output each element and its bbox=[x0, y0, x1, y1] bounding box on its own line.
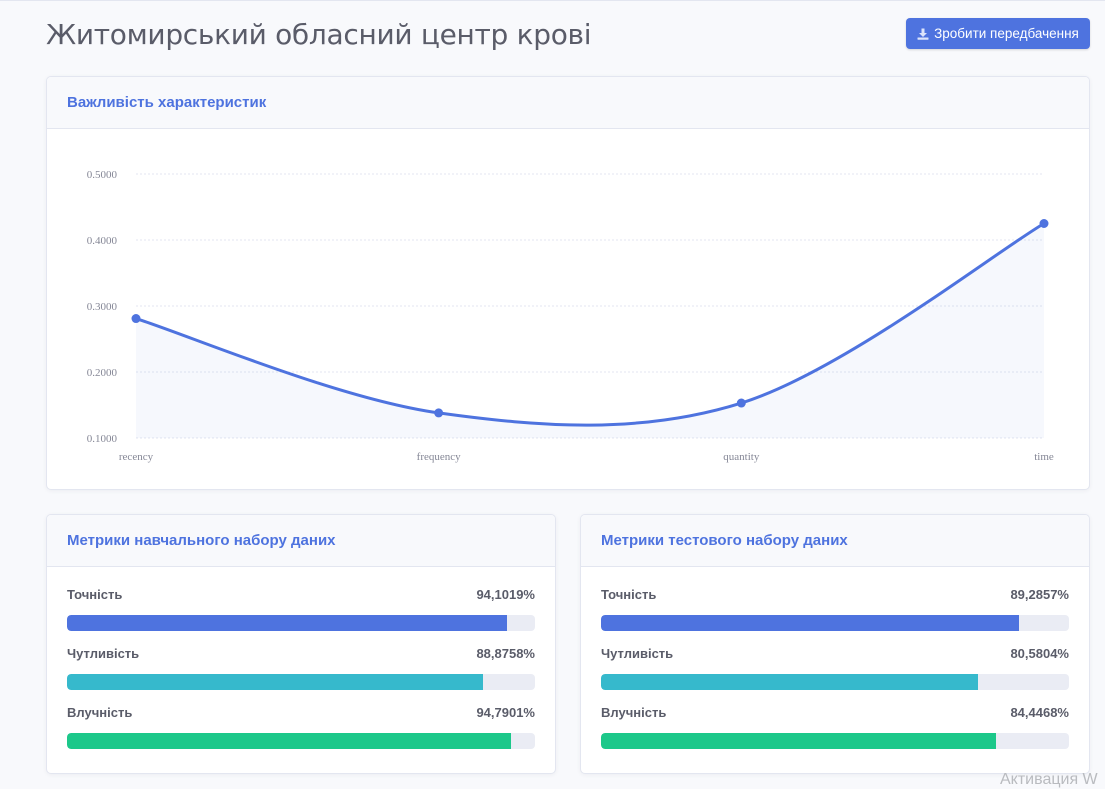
test-metric-accuracy: Точність 89,2857% bbox=[601, 587, 1069, 631]
chart-point-quantity bbox=[736, 398, 746, 408]
train-metrics-title: Метрики навчального набору даних bbox=[47, 515, 555, 567]
metric-progress-bar bbox=[67, 674, 535, 690]
feature-importance-chart: 0.1000 0.2000 0.3000 0.4000 0.5000 recency fre… bbox=[87, 169, 1054, 463]
metric-label: Влучність bbox=[601, 705, 667, 720]
metric-progress-fill bbox=[67, 733, 511, 749]
x-tick-label: frequency bbox=[417, 451, 461, 463]
chart-point-time bbox=[1039, 219, 1049, 228]
y-tick-label: 0.2000 bbox=[87, 367, 118, 379]
train-metric-recall: Чутливість 88,8758% bbox=[67, 646, 535, 690]
download-icon bbox=[917, 28, 929, 40]
metric-progress-bar bbox=[601, 615, 1069, 631]
y-tick-label: 0.3000 bbox=[87, 301, 118, 313]
metric-progress-fill bbox=[601, 674, 979, 690]
feature-importance-card: Важливість характеристик 0.1000 0.2000 0.3… bbox=[46, 76, 1090, 490]
metric-progress-bar bbox=[601, 733, 1069, 749]
metric-label: Точність bbox=[67, 587, 123, 602]
windows-activation-watermark: Активация W bbox=[1000, 771, 1098, 788]
metric-label: Влучність bbox=[67, 705, 133, 720]
top-divider bbox=[0, 0, 1105, 1]
page-title: Житомирський обласний центр крові bbox=[46, 18, 592, 51]
test-metrics-card: Метрики тестового набору даних Точність … bbox=[580, 514, 1090, 774]
make-prediction-button[interactable]: Зробити передбачення bbox=[906, 18, 1090, 49]
test-metrics-title: Метрики тестового набору даних bbox=[581, 515, 1089, 567]
train-metric-precision: Влучність 94,7901% bbox=[67, 705, 535, 749]
metric-progress-bar bbox=[67, 733, 535, 749]
y-tick-label: 0.1000 bbox=[87, 433, 118, 445]
metric-value: 88,8758% bbox=[476, 646, 535, 661]
test-metric-recall: Чутливість 80,5804% bbox=[601, 646, 1069, 690]
chart-area-fill bbox=[136, 223, 1044, 438]
y-tick-label: 0.5000 bbox=[87, 169, 118, 181]
metric-progress-fill bbox=[67, 674, 483, 690]
metric-value: 84,4468% bbox=[1010, 705, 1069, 720]
chart-point-recency bbox=[131, 314, 141, 324]
metric-value: 94,1019% bbox=[476, 587, 535, 602]
train-metrics-card: Метрики навчального набору даних Точніст… bbox=[46, 514, 556, 774]
metric-label: Точність bbox=[601, 587, 657, 602]
metric-value: 94,7901% bbox=[476, 705, 535, 720]
metric-label: Чутливість bbox=[601, 646, 674, 661]
x-tick-label: quantity bbox=[723, 451, 760, 463]
train-metric-accuracy: Точність 94,1019% bbox=[67, 587, 535, 631]
make-prediction-label: Зробити передбачення bbox=[934, 26, 1079, 41]
metric-progress-bar bbox=[601, 674, 1069, 690]
metric-progress-fill bbox=[601, 615, 1019, 631]
metric-progress-fill bbox=[67, 615, 508, 631]
metric-progress-fill bbox=[601, 733, 997, 749]
chart-point-frequency bbox=[434, 408, 444, 418]
test-metric-precision: Влучність 84,4468% bbox=[601, 705, 1069, 749]
metric-label: Чутливість bbox=[67, 646, 140, 661]
metric-value: 80,5804% bbox=[1010, 646, 1069, 661]
x-tick-label: time bbox=[1034, 451, 1054, 463]
metric-value: 89,2857% bbox=[1010, 587, 1069, 602]
y-tick-label: 0.4000 bbox=[87, 235, 118, 247]
x-tick-label: recency bbox=[119, 451, 154, 463]
metric-progress-bar bbox=[67, 615, 535, 631]
